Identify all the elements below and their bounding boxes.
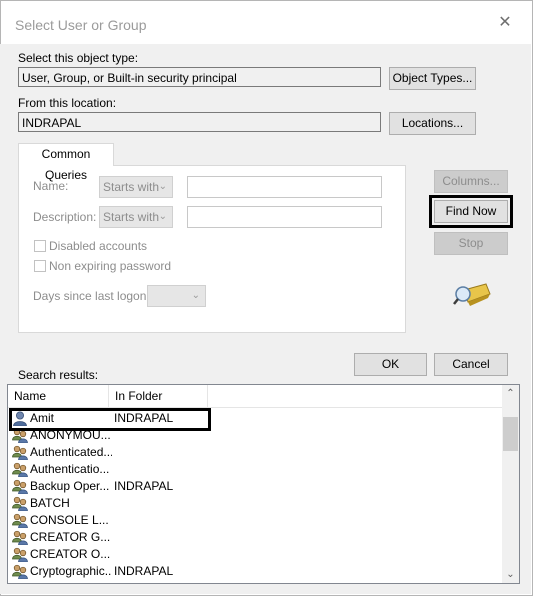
location-field: INDRAPAL — [18, 112, 381, 132]
description-mode-select[interactable]: Starts with ⌄ — [99, 206, 173, 228]
object-type-field: User, Group, or Built-in security princi… — [18, 67, 381, 87]
chevron-down-icon: ⌄ — [158, 211, 167, 222]
columns-button[interactable]: Columns... — [434, 170, 508, 193]
description-input[interactable] — [187, 206, 382, 228]
row-name: Cryptographic... — [30, 564, 112, 578]
group-icon — [12, 513, 28, 529]
group-icon — [12, 462, 28, 478]
table-row[interactable]: CREATOR O... — [8, 546, 505, 563]
table-row[interactable]: CREATOR G... — [8, 529, 505, 546]
chevron-down-icon: ⌄ — [158, 181, 167, 192]
description-mode-value: Starts with — [103, 210, 160, 224]
group-icon — [12, 496, 28, 512]
location-label: From this location: — [18, 96, 117, 110]
row-name: CONSOLE L... — [30, 513, 109, 527]
non-expiring-password-checkbox[interactable] — [34, 260, 46, 272]
scroll-down-icon[interactable]: ⌄ — [502, 569, 519, 580]
column-header-name[interactable]: Name — [8, 385, 109, 407]
search-flashlight-icon — [453, 283, 491, 306]
row-name: Backup Oper... — [30, 479, 110, 493]
group-icon — [12, 530, 28, 546]
non-expiring-password-label: Non expiring password — [49, 259, 172, 273]
object-type-label: Select this object type: — [18, 51, 139, 65]
cancel-button[interactable]: Cancel — [434, 353, 508, 376]
row-name: CREATOR O... — [30, 547, 111, 561]
table-row[interactable]: BATCH — [8, 495, 505, 512]
locations-button[interactable]: Locations... — [389, 112, 476, 135]
table-row[interactable]: Authenticatio... — [8, 461, 505, 478]
group-icon — [12, 564, 28, 580]
disabled-accounts-label: Disabled accounts — [49, 239, 148, 253]
row-name: Authenticatio... — [30, 462, 110, 476]
description-label: Description: — [33, 210, 97, 224]
name-mode-value: Starts with — [103, 180, 160, 194]
find-now-button[interactable]: Find Now — [429, 195, 513, 228]
name-mode-select[interactable]: Starts with ⌄ — [99, 176, 173, 198]
table-row[interactable]: Backup Oper... INDRAPAL — [8, 478, 505, 495]
row-name: Authenticated... — [30, 445, 112, 459]
tab-common-queries[interactable]: Common Queries — [18, 143, 114, 182]
title-bar: Select User or Group ✕ — [1, 1, 532, 45]
row-folder: INDRAPAL — [114, 479, 174, 493]
scroll-thumb[interactable] — [503, 417, 518, 451]
table-row[interactable]: Cryptographic... INDRAPAL — [8, 563, 505, 580]
scroll-up-icon[interactable]: ⌃ — [502, 388, 519, 399]
close-icon[interactable]: ✕ — [497, 15, 513, 31]
name-input[interactable] — [187, 176, 382, 198]
days-since-logon-label: Days since last logon: — [33, 289, 150, 303]
window-title: Select User or Group — [15, 17, 147, 33]
column-header-in-folder[interactable]: In Folder — [109, 385, 208, 407]
group-icon — [12, 547, 28, 563]
row-name: CREATOR G... — [30, 530, 111, 544]
object-types-button[interactable]: Object Types... — [389, 67, 476, 90]
results-scrollbar[interactable]: ⌃ ⌄ — [502, 385, 519, 583]
selected-row-highlight — [9, 408, 211, 431]
days-since-logon-select[interactable]: ⌄ — [147, 285, 206, 307]
chevron-down-icon: ⌄ — [191, 290, 200, 301]
stop-button[interactable]: Stop — [434, 232, 508, 255]
row-name: BATCH — [30, 496, 70, 510]
results-header: Name In Folder — [8, 385, 505, 408]
table-row[interactable]: CONSOLE L... — [8, 512, 505, 529]
disabled-accounts-checkbox[interactable] — [34, 240, 46, 252]
row-folder: INDRAPAL — [114, 564, 174, 578]
group-icon — [12, 445, 28, 461]
ok-button[interactable]: OK — [354, 353, 427, 376]
table-row[interactable]: Authenticated... — [8, 444, 505, 461]
search-results-label: Search results: — [18, 368, 99, 382]
group-icon — [12, 479, 28, 495]
